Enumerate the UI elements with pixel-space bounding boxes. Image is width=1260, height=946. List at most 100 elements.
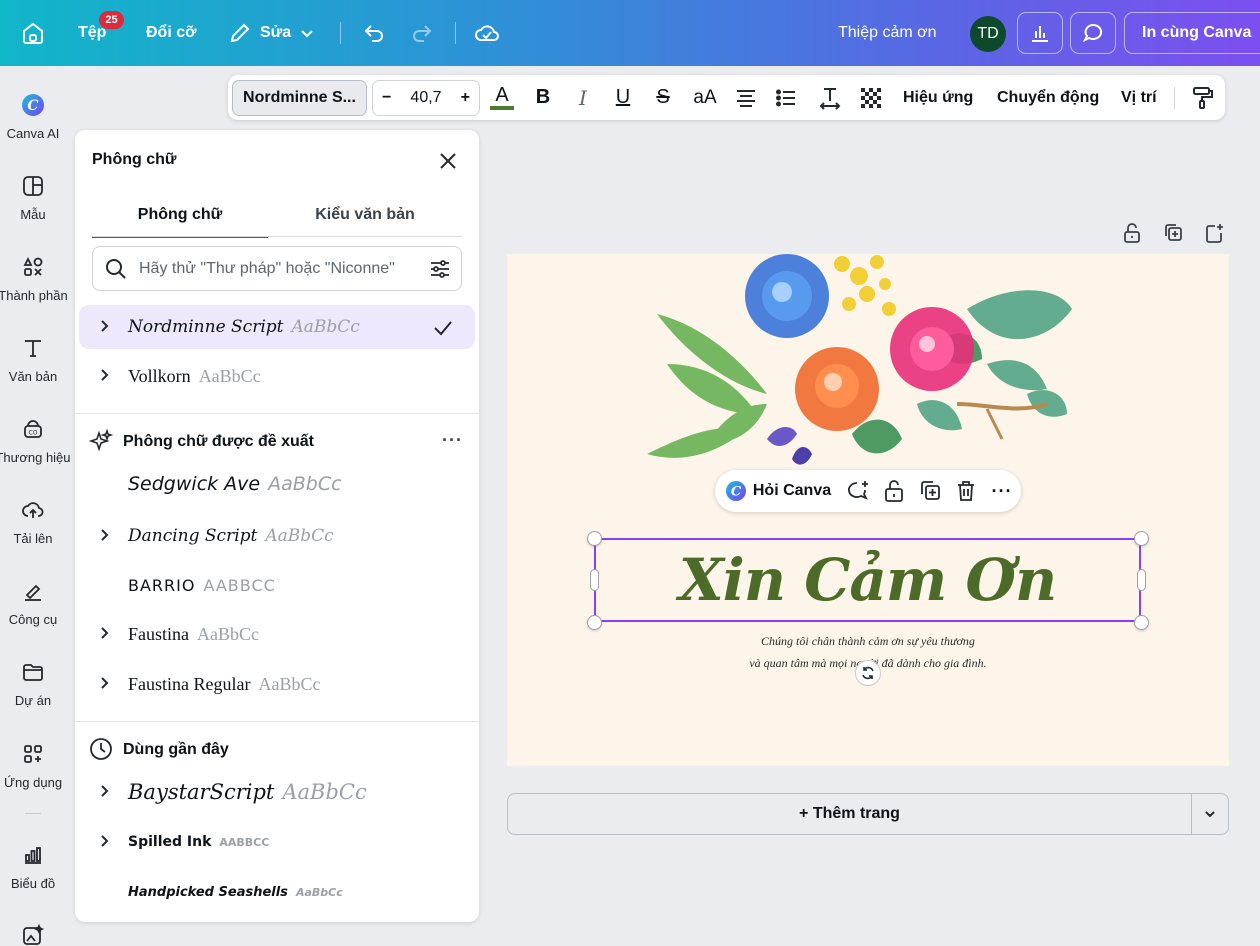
file-menu[interactable]: Tệp bbox=[78, 0, 106, 66]
strikethrough-button[interactable]: S bbox=[650, 75, 676, 120]
filter-icon[interactable] bbox=[429, 258, 451, 280]
rail-item-magic[interactable] bbox=[0, 922, 66, 946]
resize-handle-bottom-right[interactable] bbox=[1134, 615, 1149, 630]
rail-item-canva-ai[interactable]: C Canva AI bbox=[0, 92, 66, 141]
add-page-icon bbox=[1206, 224, 1223, 243]
font-item-spilled-ink[interactable]: Spilled Ink AABBCC bbox=[79, 820, 475, 864]
list-button[interactable] bbox=[773, 75, 799, 120]
position-button[interactable]: Vị trí bbox=[1121, 75, 1157, 120]
add-page-icon-button[interactable] bbox=[1204, 222, 1224, 246]
resize-handle-top-right[interactable] bbox=[1134, 531, 1149, 546]
font-item-handpicked-seashells[interactable]: Handpicked Seashells AaBbCc bbox=[79, 870, 475, 914]
text-format-toolbar: Nordminne S... − 40,7 + A B I U S aA Hiệ… bbox=[228, 75, 1225, 120]
rail-label: Ứng dụng bbox=[3, 775, 63, 790]
transparency-button[interactable] bbox=[858, 75, 884, 120]
chevron-right-icon[interactable] bbox=[96, 783, 112, 799]
font-item-nordminne[interactable]: Nordminne Script AaBbCc bbox=[79, 305, 475, 349]
font-item-faustina-regular[interactable]: Faustina Regular AaBbCc bbox=[79, 662, 475, 706]
font-search[interactable] bbox=[92, 246, 462, 291]
font-sample: AaBbCc bbox=[197, 623, 259, 644]
more-options-icon[interactable]: ··· bbox=[442, 430, 463, 451]
align-button[interactable] bbox=[733, 75, 759, 120]
undo-button[interactable] bbox=[362, 0, 386, 66]
body-text-line-1[interactable]: Chúng tôi chân thành cảm ơn sự yêu thươn… bbox=[507, 634, 1229, 649]
color-swatch bbox=[490, 105, 514, 110]
animate-button[interactable]: Chuyển động bbox=[997, 75, 1099, 120]
resize-handle-right[interactable] bbox=[1137, 569, 1146, 591]
clock-icon bbox=[90, 738, 112, 760]
chevron-right-icon[interactable] bbox=[96, 527, 112, 543]
more-options-icon[interactable]: ··· bbox=[987, 470, 1017, 512]
spacing-button[interactable] bbox=[817, 75, 843, 120]
chevron-right-icon[interactable] bbox=[96, 318, 112, 334]
rail-item-elements[interactable]: Thành phần bbox=[0, 254, 68, 303]
page-lock-button[interactable] bbox=[1122, 222, 1142, 246]
resize-handle-top-left[interactable] bbox=[587, 531, 602, 546]
align-center-icon bbox=[737, 89, 755, 107]
font-name: Nordminne Script bbox=[128, 317, 284, 337]
tab-fonts[interactable]: Phông chữ bbox=[92, 202, 268, 238]
add-page-dropdown[interactable] bbox=[1191, 793, 1229, 835]
avatar[interactable]: TD bbox=[970, 16, 1006, 52]
font-item-dancing-script[interactable]: Dancing Script AaBbCc bbox=[79, 514, 475, 558]
resize-button[interactable]: Đổi cỡ bbox=[146, 0, 197, 66]
lock-button[interactable] bbox=[879, 470, 909, 512]
print-with-canva-button[interactable]: In cùng Canva bbox=[1124, 12, 1260, 54]
tab-underline bbox=[92, 236, 462, 237]
edit-menu[interactable]: Sửa bbox=[228, 0, 315, 66]
letter-case-button[interactable]: aA bbox=[690, 75, 720, 120]
rail-item-brand[interactable]: CO Thương hiệu bbox=[0, 416, 71, 465]
delete-button[interactable] bbox=[951, 470, 981, 512]
tab-text-styles[interactable]: Kiểu văn bản bbox=[275, 202, 455, 238]
resize-handle-bottom-left[interactable] bbox=[587, 615, 602, 630]
duplicate-button[interactable] bbox=[915, 470, 945, 512]
copy-style-button[interactable] bbox=[1190, 75, 1216, 120]
decrease-size-button[interactable]: − bbox=[382, 89, 391, 107]
font-family-dropdown[interactable]: Nordminne S... bbox=[232, 80, 367, 116]
font-item-vollkorn[interactable]: Vollkorn AaBbCc bbox=[79, 354, 475, 398]
bold-button[interactable]: B bbox=[530, 75, 556, 120]
font-name: Handpicked Seashells bbox=[128, 884, 288, 900]
close-button[interactable] bbox=[437, 150, 459, 172]
doc-title[interactable]: Thiệp cảm ơn bbox=[838, 0, 937, 66]
font-item-sedgwick[interactable]: Sedgwick Ave AaBbCc bbox=[79, 462, 475, 506]
font-item-faustina[interactable]: Faustina AaBbCc bbox=[79, 612, 475, 656]
font-item-baystar[interactable]: BaystarScript AaBbCc bbox=[79, 770, 475, 814]
divider bbox=[25, 813, 41, 814]
rail-label: Canva AI bbox=[6, 126, 60, 141]
print-label: In cùng Canva bbox=[1142, 24, 1252, 41]
italic-button[interactable]: I bbox=[570, 75, 596, 120]
rail-item-upload[interactable]: Tải lên bbox=[0, 497, 66, 546]
chevron-right-icon[interactable] bbox=[96, 833, 112, 849]
font-item-barrio[interactable]: BARRIO AABBCC bbox=[79, 563, 475, 607]
home-button[interactable] bbox=[20, 0, 46, 66]
insights-button[interactable] bbox=[1017, 12, 1063, 54]
resize-handle-left[interactable] bbox=[590, 569, 599, 591]
chevron-right-icon[interactable] bbox=[96, 625, 112, 641]
rail-item-text[interactable]: Văn bản bbox=[0, 335, 66, 384]
effects-button[interactable]: Hiệu ứng bbox=[903, 75, 973, 120]
rail-item-templates[interactable]: Mẫu bbox=[0, 173, 66, 222]
increase-size-button[interactable]: + bbox=[461, 89, 470, 107]
cloud-save-status[interactable] bbox=[474, 0, 500, 66]
search-input[interactable] bbox=[139, 259, 419, 278]
add-page-button[interactable]: + Thêm trang bbox=[507, 793, 1192, 835]
ask-canva-button[interactable]: C Hỏi Canva bbox=[723, 470, 833, 512]
rail-item-apps[interactable]: Ứng dụng bbox=[0, 741, 66, 790]
rotate-handle[interactable] bbox=[855, 660, 881, 686]
text-color-button[interactable]: A bbox=[488, 75, 516, 120]
duplicate-page-button[interactable] bbox=[1163, 222, 1183, 246]
rail-item-charts[interactable]: Biểu đồ bbox=[0, 842, 66, 891]
rail-item-projects[interactable]: Dự án bbox=[0, 659, 66, 708]
font-size-value[interactable]: 40,7 bbox=[410, 89, 441, 107]
text-spacing-icon bbox=[819, 87, 841, 110]
add-comment-button[interactable] bbox=[843, 470, 873, 512]
chevron-right-icon[interactable] bbox=[96, 675, 112, 691]
watercolor-flowers-image[interactable] bbox=[627, 254, 1087, 484]
chevron-right-icon[interactable] bbox=[96, 367, 112, 383]
comments-button[interactable] bbox=[1070, 12, 1116, 54]
check-icon bbox=[434, 321, 452, 336]
rail-item-tools[interactable]: Công cụ bbox=[0, 578, 66, 627]
underline-button[interactable]: U bbox=[610, 75, 636, 120]
redo-button[interactable] bbox=[410, 0, 434, 66]
